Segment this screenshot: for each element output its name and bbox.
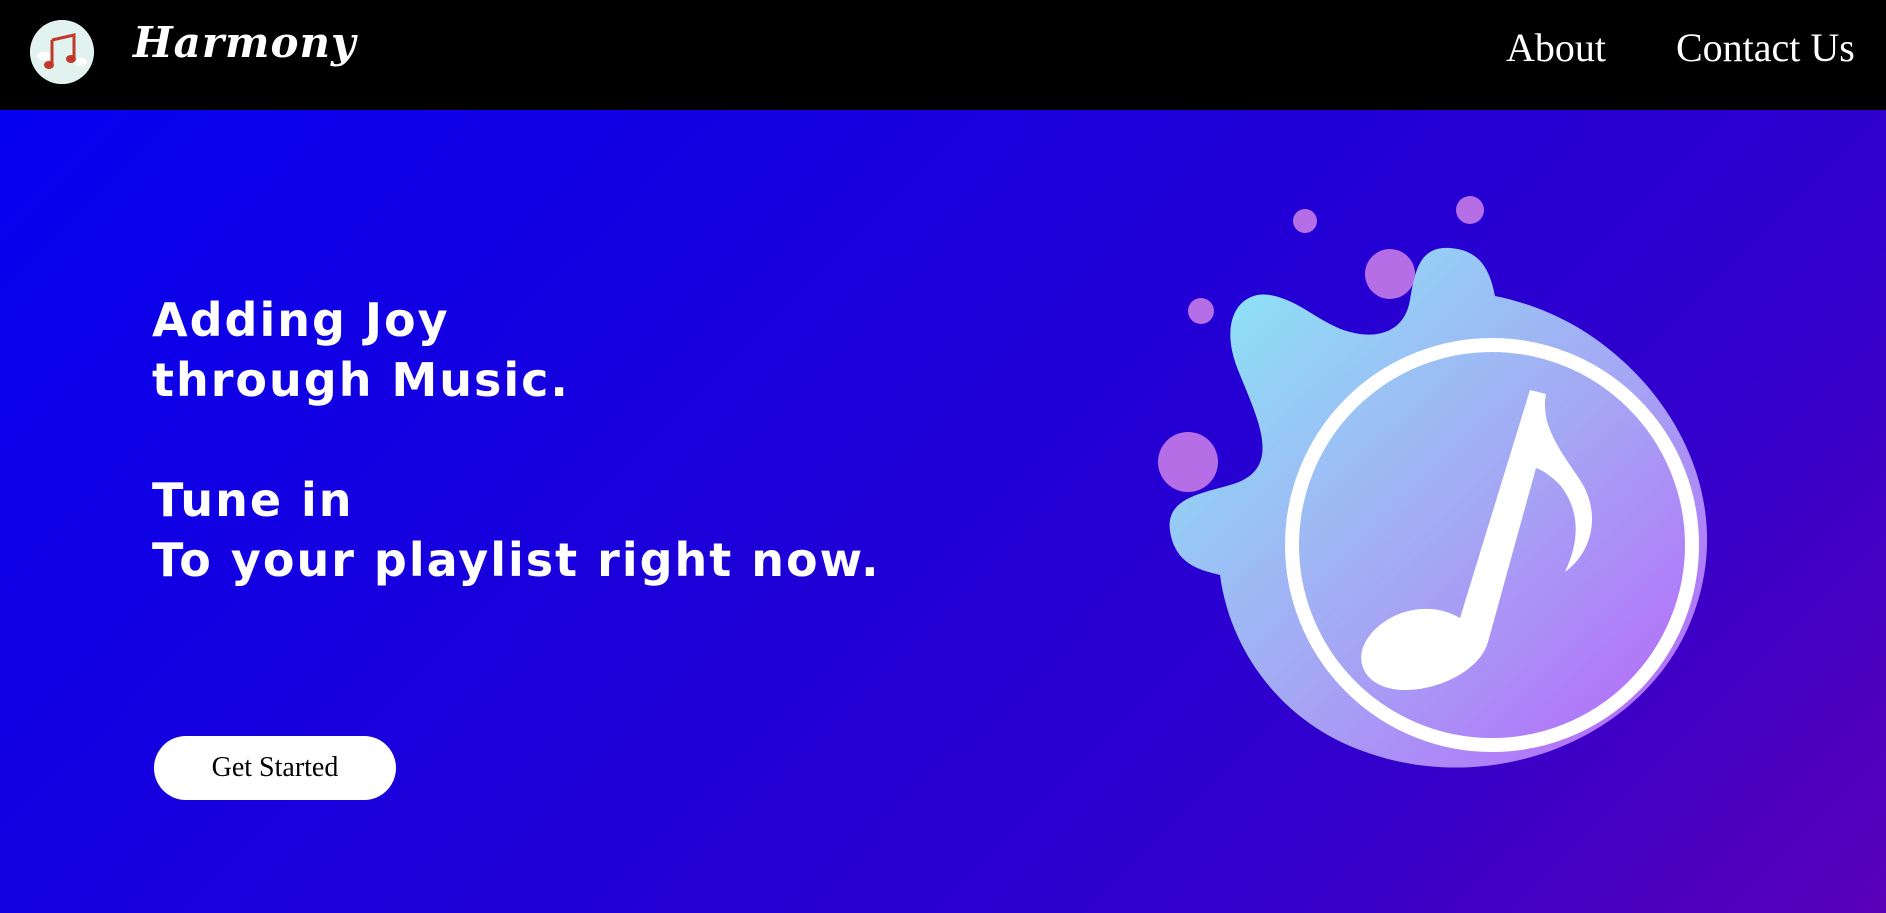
hero-headline-line: through Music. (152, 353, 570, 407)
logo[interactable] (30, 20, 94, 84)
bubble (1365, 249, 1415, 299)
music-note-icon (1158, 196, 1708, 768)
nav-link-about[interactable]: About (1506, 24, 1606, 71)
hero-section: Adding Joy through Music. Tune in To you… (0, 110, 1886, 913)
music-illustration (1140, 180, 1780, 840)
music-note-icon (30, 20, 94, 84)
get-started-button[interactable]: Get Started (154, 736, 396, 800)
navbar: Harmony About Contact Us (0, 0, 1886, 110)
hero-subheadline-line: Tune in (152, 473, 354, 527)
bubble (1188, 298, 1214, 324)
hero-headline-line: Adding Joy (152, 293, 450, 347)
hero-subheadline-line: To your playlist right now. (152, 533, 881, 587)
bubble (1293, 209, 1317, 233)
nav-link-contact-us[interactable]: Contact Us (1676, 24, 1855, 71)
brand-name[interactable]: Harmony (133, 18, 356, 67)
bubble (1456, 196, 1484, 224)
bubble (1158, 432, 1218, 492)
